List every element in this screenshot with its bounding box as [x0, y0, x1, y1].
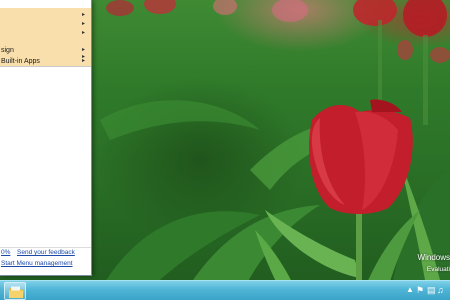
- menu-item-label: Built-in Apps: [1, 58, 40, 65]
- chevron-right-icon: ▸: [81, 30, 85, 36]
- system-tray: ▲ ⚑ ▤ ♫: [406, 285, 446, 297]
- start-menu-management-link[interactable]: Start Menu management: [1, 260, 73, 268]
- send-feedback-link[interactable]: Send your feedback: [17, 249, 75, 257]
- folder-icon: [9, 286, 23, 298]
- network-icon[interactable]: ▤: [427, 285, 436, 296]
- start-menu: ▸ ▸ ▸ sign ▸ ▸ Built-in Apps ▸ 0% Send y…: [0, 0, 92, 276]
- menu-divider: [0, 66, 91, 67]
- menu-item[interactable]: ▸: [0, 28, 91, 39]
- start-button[interactable]: [4, 282, 26, 300]
- percent-link[interactable]: 0%: [1, 249, 10, 257]
- taskbar: ▲ ⚑ ▤ ♫: [0, 280, 450, 300]
- flag-icon[interactable]: ⚑: [416, 285, 424, 296]
- chevron-up-icon[interactable]: ▲: [406, 285, 414, 294]
- volume-icon[interactable]: ♫: [437, 285, 444, 295]
- windows-watermark-line2: Evaluati: [426, 266, 450, 273]
- windows-watermark-line1: Windows: [417, 253, 450, 262]
- menu-footer-divider: [0, 247, 91, 248]
